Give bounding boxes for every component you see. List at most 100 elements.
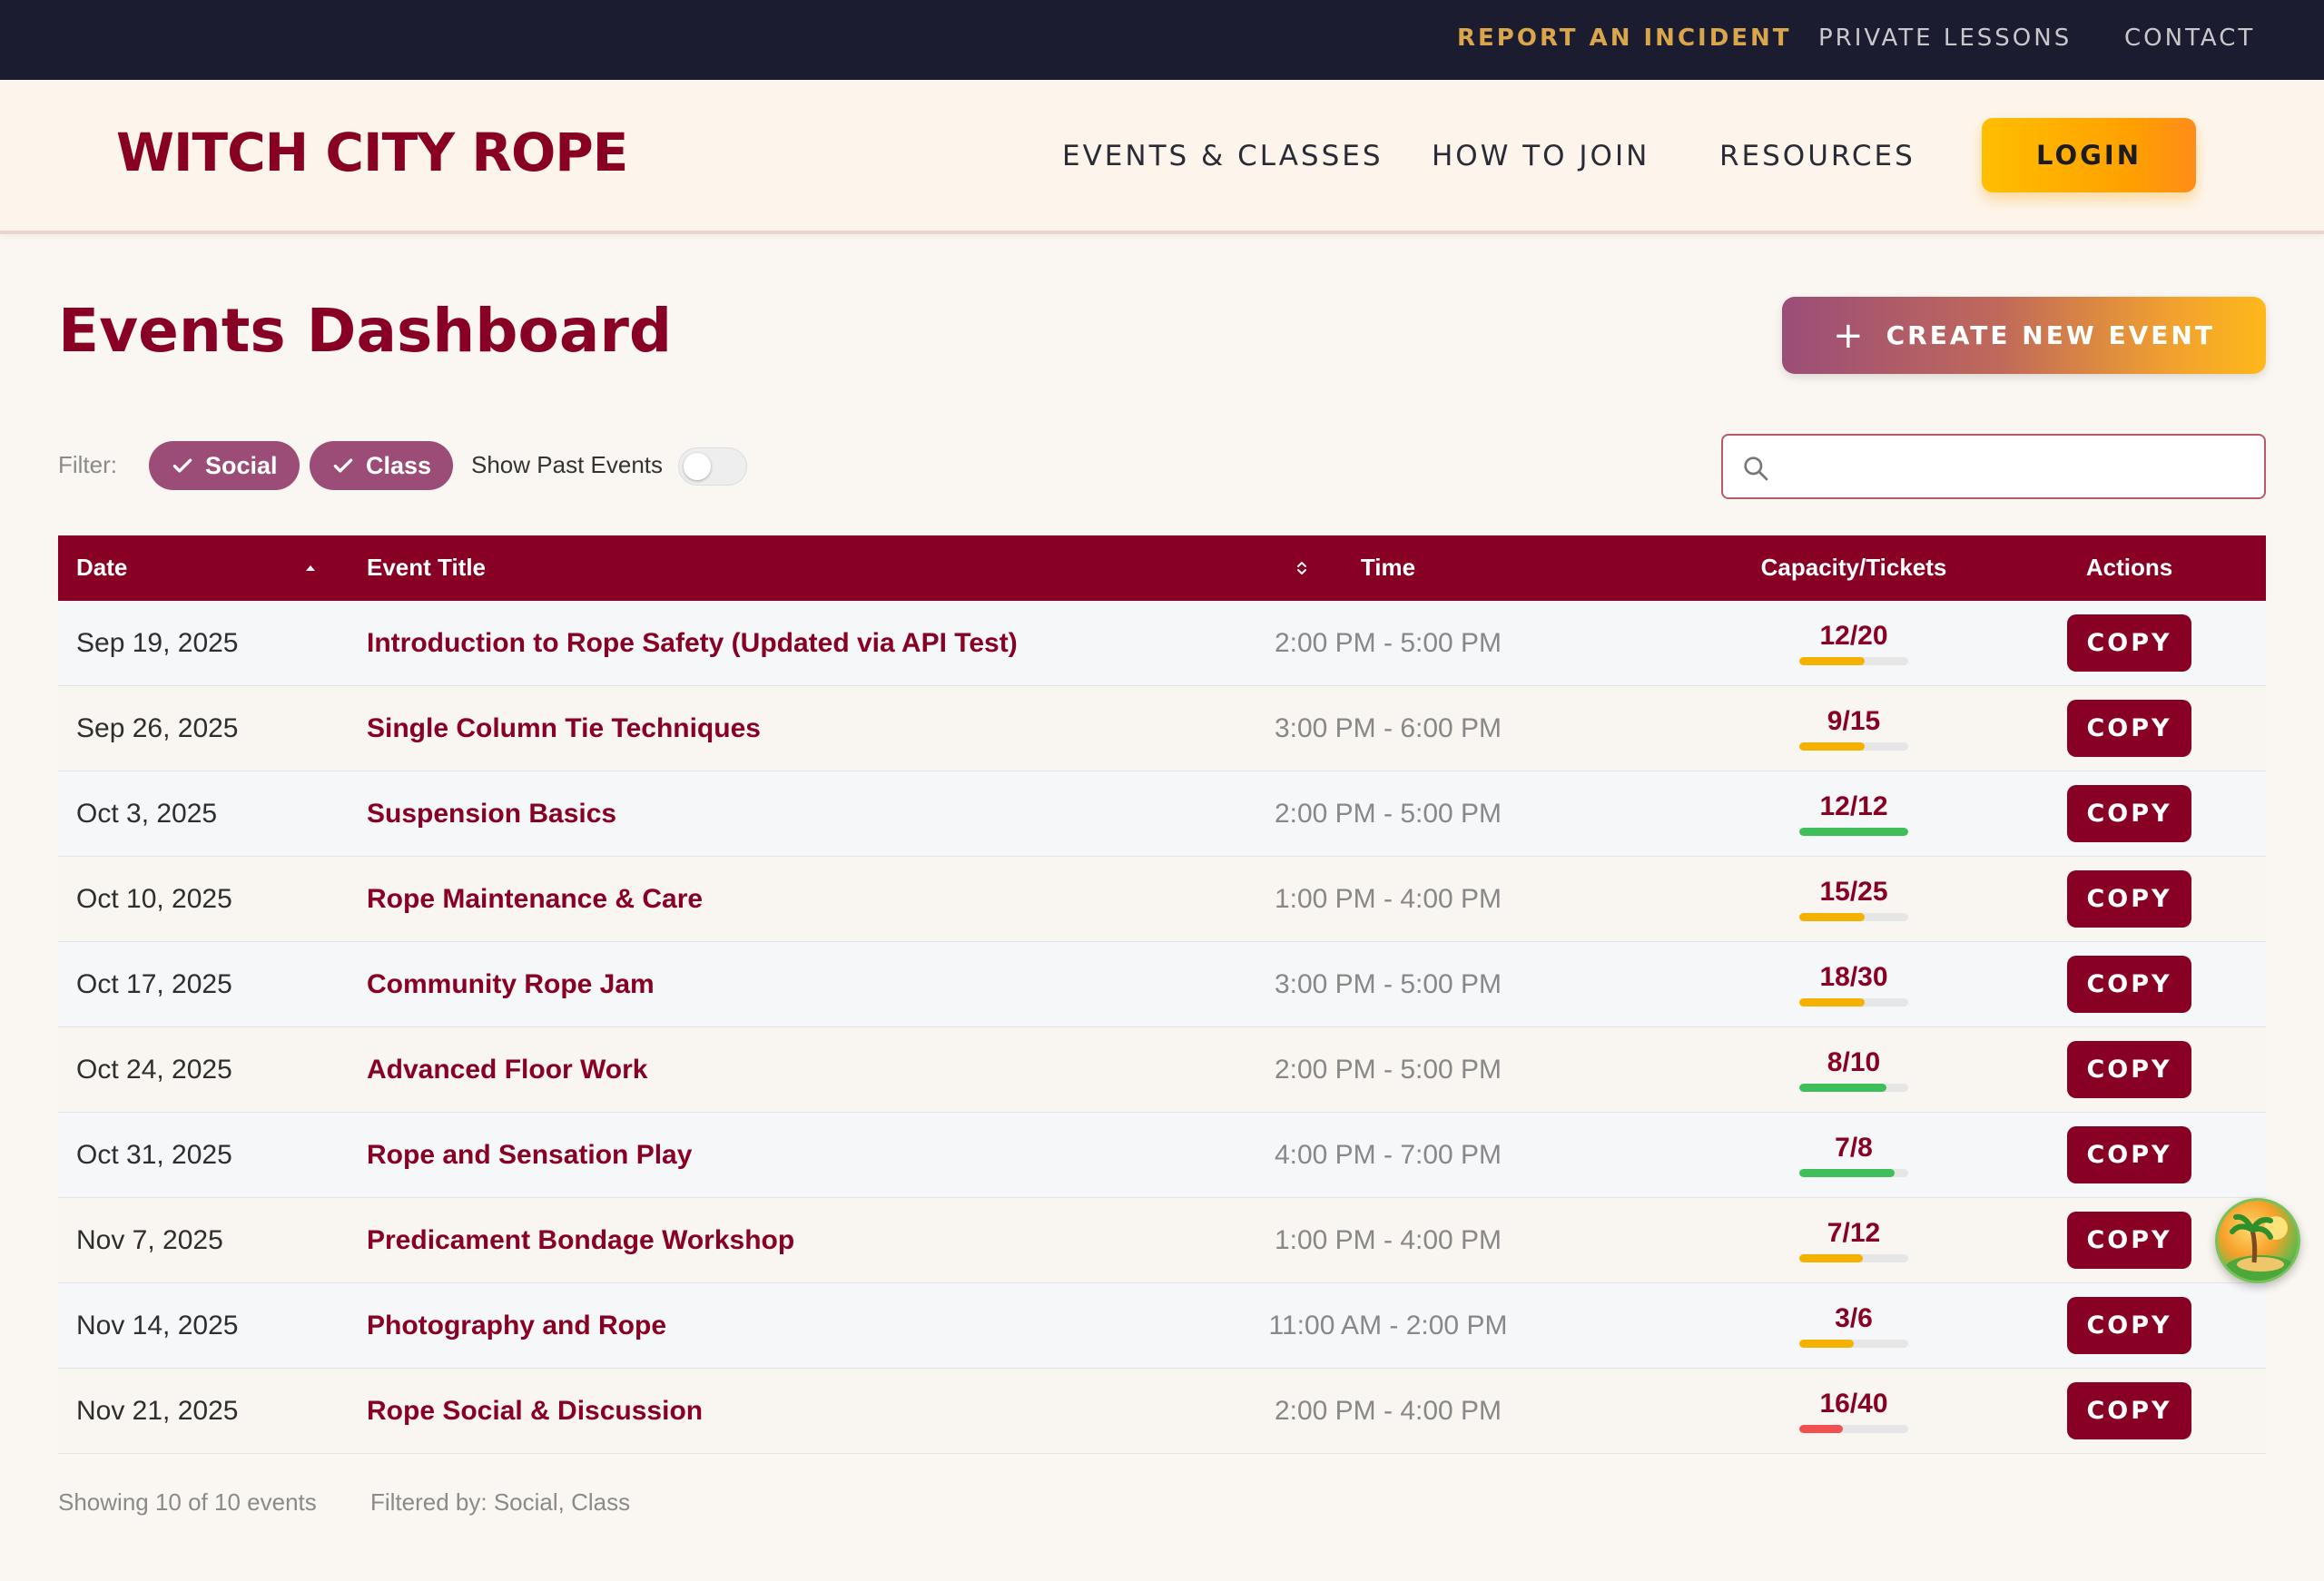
event-date: Sep 26, 2025: [76, 713, 239, 743]
page-title: Events Dashboard: [58, 296, 673, 366]
capacity-bar-fill: [1799, 913, 1865, 921]
nav-events-classes[interactable]: EVENTS & CLASSES: [1062, 140, 1384, 172]
column-header-title[interactable]: Event Title: [367, 554, 486, 582]
column-header-date[interactable]: Date: [76, 554, 127, 582]
event-title-link[interactable]: Introduction to Rope Safety (Updated via…: [367, 628, 1018, 659]
show-past-events-toggle[interactable]: [678, 447, 747, 486]
filter-chip-class[interactable]: Class: [310, 441, 454, 490]
capacity-bar: [1799, 1340, 1908, 1348]
capacity-text: 7/12: [1827, 1218, 1881, 1248]
capacity-bar: [1799, 998, 1908, 1007]
filter-chip-social[interactable]: Social: [149, 441, 300, 490]
capacity-text: 18/30: [1819, 962, 1888, 992]
event-title-link[interactable]: Community Rope Jam: [367, 969, 655, 1000]
check-icon: [333, 458, 353, 473]
copy-event-button[interactable]: COPY: [2067, 785, 2191, 842]
report-incident-link[interactable]: REPORT AN INCIDENT: [1457, 25, 1792, 52]
capacity-text: 8/10: [1827, 1047, 1881, 1077]
event-date: Sep 19, 2025: [76, 628, 239, 658]
event-date: Oct 24, 2025: [76, 1055, 232, 1085]
event-time: 2:00 PM - 5:00 PM: [1274, 1055, 1502, 1085]
column-header-time: Time: [1360, 554, 1416, 581]
table-row: Nov 21, 2025 Rope Social & Discussion 2:00…: [58, 1369, 2266, 1454]
capacity-bar-fill: [1799, 1425, 1843, 1433]
event-time: 1:00 PM - 4:00 PM: [1274, 884, 1502, 914]
filter-label: Filter:: [58, 451, 117, 478]
event-time: 4:00 PM - 7:00 PM: [1274, 1140, 1502, 1170]
table-row: Oct 3, 2025 Suspension Basics 2:00 PM - 5:…: [58, 771, 2266, 857]
toggle-knob: [684, 453, 711, 480]
show-past-events-label: Show Past Events: [471, 451, 663, 478]
private-lessons-link[interactable]: PRIVATE LESSONS: [1818, 25, 2072, 52]
event-time: 3:00 PM - 5:00 PM: [1274, 969, 1502, 999]
search-input[interactable]: [1787, 445, 2250, 490]
column-header-capacity: Capacity/Tickets: [1760, 554, 1947, 581]
copy-event-button[interactable]: COPY: [2067, 956, 2191, 1013]
events-table: Date Event Title Time Capacity/Tickets A…: [58, 535, 2266, 1454]
table-body: Sep 19, 2025 Introduction to Rope Safety …: [58, 601, 2266, 1454]
capacity-indicator: 7/12: [1791, 1218, 1916, 1262]
create-new-event-button[interactable]: + CREATE NEW EVENT: [1782, 297, 2266, 374]
capacity-text: 15/25: [1819, 877, 1888, 907]
showing-count: Showing 10 of 10 events: [58, 1488, 317, 1516]
capacity-bar: [1799, 657, 1908, 665]
capacity-bar-fill: [1799, 1084, 1886, 1092]
site-logo[interactable]: WITCH CITY ROPE: [116, 122, 628, 183]
table-row: Oct 17, 2025 Community Rope Jam 3:00 PM - …: [58, 942, 2266, 1027]
search-icon: [1744, 457, 1768, 481]
capacity-bar: [1799, 913, 1908, 921]
copy-event-button[interactable]: COPY: [2067, 1297, 2191, 1354]
event-title-link[interactable]: Predicament Bondage Workshop: [367, 1225, 794, 1256]
floating-assistant-avatar[interactable]: [2215, 1198, 2300, 1283]
event-title-link[interactable]: Suspension Basics: [367, 799, 616, 830]
copy-event-button[interactable]: COPY: [2067, 870, 2191, 928]
table-row: Oct 24, 2025 Advanced Floor Work 2:00 PM -…: [58, 1027, 2266, 1113]
table-row: Sep 26, 2025 Single Column Tie Techniques…: [58, 686, 2266, 771]
capacity-indicator: 18/30: [1791, 962, 1916, 1007]
capacity-indicator: 9/15: [1791, 706, 1916, 751]
copy-event-button[interactable]: COPY: [2067, 1382, 2191, 1439]
capacity-bar: [1799, 1425, 1908, 1433]
filter-chip-label: Social: [205, 451, 278, 479]
copy-event-button[interactable]: COPY: [2067, 1212, 2191, 1269]
top-utility-bar: REPORT AN INCIDENT PRIVATE LESSONS CONTA…: [0, 0, 2324, 80]
capacity-bar: [1799, 1254, 1908, 1262]
sort-ascending-icon[interactable]: [301, 559, 320, 577]
event-title-link[interactable]: Rope Social & Discussion: [367, 1396, 703, 1427]
capacity-bar-fill: [1799, 742, 1865, 751]
event-title-link[interactable]: Advanced Floor Work: [367, 1055, 648, 1085]
filtered-by: Filtered by: Social, Class: [370, 1488, 631, 1516]
event-time: 3:00 PM - 6:00 PM: [1274, 713, 1502, 743]
capacity-bar-fill: [1799, 998, 1865, 1007]
event-title-link[interactable]: Rope and Sensation Play: [367, 1140, 692, 1171]
event-date: Oct 31, 2025: [76, 1140, 232, 1170]
capacity-bar: [1799, 742, 1908, 751]
nav-how-to-join[interactable]: HOW TO JOIN: [1432, 140, 1649, 172]
event-title-link[interactable]: Rope Maintenance & Care: [367, 884, 703, 915]
capacity-bar-fill: [1799, 1340, 1854, 1348]
create-new-event-label: CREATE NEW EVENT: [1886, 320, 2215, 350]
capacity-text: 3/6: [1835, 1303, 1873, 1333]
main-header: WITCH CITY ROPE EVENTS & CLASSES HOW TO …: [0, 80, 2324, 234]
copy-event-button[interactable]: COPY: [2067, 700, 2191, 757]
contact-link[interactable]: CONTACT: [2124, 25, 2255, 52]
capacity-text: 12/20: [1819, 621, 1888, 651]
copy-event-button[interactable]: COPY: [2067, 1126, 2191, 1183]
event-date: Nov 21, 2025: [76, 1396, 239, 1426]
copy-event-button[interactable]: COPY: [2067, 1041, 2191, 1098]
filter-chip-label: Class: [366, 451, 432, 479]
event-date: Oct 10, 2025: [76, 884, 232, 914]
palm-tree-icon: [2224, 1213, 2297, 1281]
table-row: Sep 19, 2025 Introduction to Rope Safety …: [58, 601, 2266, 686]
table-row: Nov 14, 2025 Photography and Rope 11:00 AM…: [58, 1283, 2266, 1369]
login-button[interactable]: LOGIN: [1982, 118, 2196, 192]
nav-resources[interactable]: RESOURCES: [1719, 140, 1915, 172]
event-date: Nov 14, 2025: [76, 1311, 239, 1340]
event-title-link[interactable]: Photography and Rope: [367, 1311, 666, 1341]
capacity-bar: [1799, 1084, 1908, 1092]
copy-event-button[interactable]: COPY: [2067, 614, 2191, 672]
event-title-link[interactable]: Single Column Tie Techniques: [367, 713, 761, 744]
event-time: 2:00 PM - 5:00 PM: [1274, 628, 1502, 658]
capacity-bar-fill: [1799, 1254, 1863, 1262]
capacity-text: 12/12: [1819, 791, 1888, 821]
